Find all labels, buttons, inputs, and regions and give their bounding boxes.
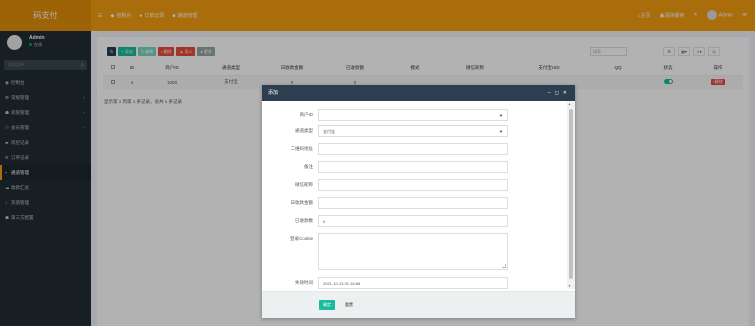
form-row-daily: 日收款金额 — [262, 197, 562, 209]
dialog-title: 添加 — [268, 90, 279, 96]
form-row-cookie: 登录Cookie — [262, 233, 562, 270]
dialog-header[interactable]: 添加 – ◻ ✕ — [262, 85, 575, 101]
field-label: 已收款数 — [295, 218, 313, 223]
form-row-expire: 失效时间 2021-10-13 01:16:68 — [262, 277, 562, 289]
cookie-textarea[interactable] — [318, 233, 508, 270]
channel-type-select[interactable]: 支付宝 ▼ — [318, 125, 508, 137]
add-dialog: 添加 – ◻ ✕ 商户ID ▼ 通道类型 支付宝 ▼ 二维码地址 备注 微信昵称 … — [262, 85, 575, 318]
reset-button[interactable]: 重置 — [341, 300, 357, 310]
field-label: 失效时间 — [295, 280, 313, 285]
caret-down-icon: ▼ — [499, 129, 503, 134]
scroll-down-icon[interactable]: ▼ — [568, 284, 571, 288]
form-row-merchant: 商户ID ▼ — [262, 109, 562, 121]
form-row-qrcode: 二维码地址 — [262, 143, 562, 155]
received-count-input[interactable]: 0 — [318, 215, 508, 227]
dialog-footer: 确定 重置 — [262, 291, 575, 318]
field-label: 微信昵称 — [295, 182, 313, 187]
field-label: 商户ID — [299, 112, 314, 117]
daily-amount-input[interactable] — [318, 197, 508, 209]
field-label: 通道类型 — [295, 128, 313, 133]
minimize-icon[interactable]: – — [548, 85, 551, 101]
ok-button[interactable]: 确定 — [319, 300, 335, 310]
form-row-type: 通道类型 支付宝 ▼ — [262, 125, 562, 137]
wx-nickname-input[interactable] — [318, 179, 508, 191]
form-row-received: 已收款数 0 — [262, 215, 562, 227]
remark-input[interactable] — [318, 161, 508, 173]
form-row-remark: 备注 — [262, 161, 562, 173]
dialog-controls: – ◻ ✕ — [548, 85, 567, 101]
merchant-select[interactable]: ▼ — [318, 109, 508, 121]
qrcode-url-input[interactable] — [318, 143, 508, 155]
caret-down-icon: ▼ — [499, 113, 503, 118]
field-label: 登录Cookie — [289, 236, 313, 241]
expire-time-input[interactable]: 2021-10-13 01:16:68 — [318, 277, 508, 289]
scroll-up-icon[interactable]: ▲ — [568, 102, 571, 106]
field-label: 二维码地址 — [290, 146, 314, 151]
form-row-wx: 微信昵称 — [262, 179, 562, 191]
dialog-body: 商户ID ▼ 通道类型 支付宝 ▼ 二维码地址 备注 微信昵称 日收款金额 已收款… — [262, 101, 569, 289]
field-label: 日收款金额 — [290, 200, 314, 205]
scroll-thumb[interactable] — [569, 109, 573, 279]
field-label: 备注 — [304, 164, 313, 169]
close-icon[interactable]: ✕ — [563, 85, 567, 101]
maximize-icon[interactable]: ◻ — [555, 85, 559, 101]
dialog-scrollbar[interactable]: ▲ ▼ — [567, 101, 575, 289]
